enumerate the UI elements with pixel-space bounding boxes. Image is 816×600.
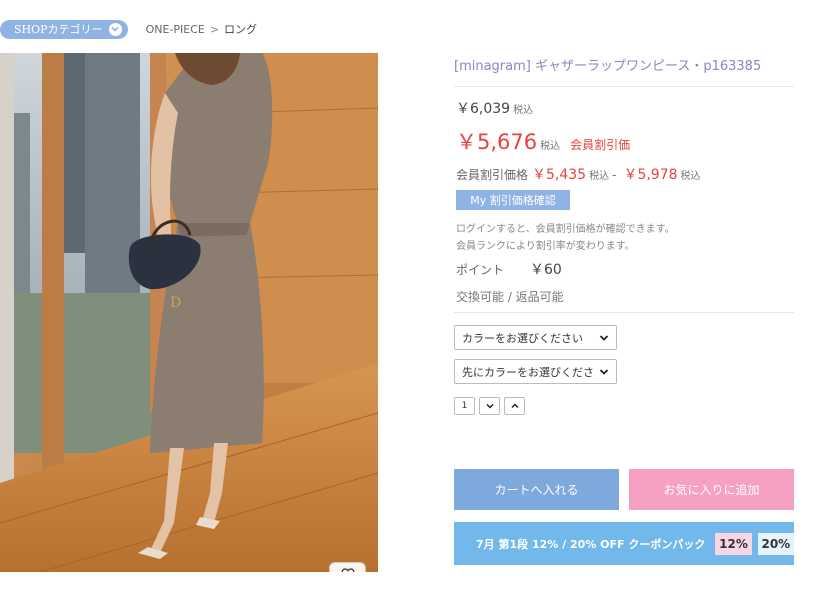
quantity-decrease-button[interactable] (479, 397, 500, 415)
tax-label: 税込 (589, 171, 610, 182)
breadcrumb-parent-link[interactable]: ONE-PIECE (146, 23, 205, 36)
coupon-chip-12[interactable]: 12% (715, 532, 752, 555)
chevron-down-icon (599, 369, 609, 375)
rank-note: 会員ランクにより割引率が変わります。 (456, 241, 635, 252)
my-discount-button[interactable]: My 割引価格確認 (456, 190, 570, 210)
heart-icon (340, 567, 355, 572)
size-select-value: 先にカラーをお選びくださ (462, 365, 594, 379)
divider (454, 312, 794, 313)
member-range-min: ￥5,435 (532, 167, 587, 183)
color-select[interactable]: カラーをお選びください (454, 325, 617, 350)
points-row: ポイント ￥60 (456, 259, 562, 279)
original-price-value: ￥6,039 (456, 101, 511, 117)
exchange-return-info: 交換可能 / 返品可能 (456, 290, 564, 304)
breadcrumb-current[interactable]: ロング (224, 21, 257, 37)
shop-category-dropdown[interactable]: SHOPカテゴリー (0, 19, 128, 39)
product-title: [minagram] ギャザーラップワンピース・p163385 (454, 59, 762, 74)
tax-label: 税込 (513, 105, 534, 116)
range-dash: - (612, 168, 617, 182)
color-select-value: カラーをお選びください (462, 331, 583, 345)
size-select[interactable]: 先にカラーをお選びくださ (454, 359, 617, 384)
add-to-favorites-button[interactable]: お気に入りに追加 (629, 469, 794, 510)
shop-category-label: SHOPカテゴリー (14, 23, 103, 36)
coupon-text: 7月 第1段 12% / 20% OFF クーポンパック (476, 537, 706, 551)
quantity-increase-button[interactable] (504, 397, 525, 415)
product-page: SHOPカテゴリー ONE-PIECE > ロング D [minagram] ギ… (0, 0, 816, 600)
points-value: ￥60 (530, 262, 562, 278)
member-price: ￥5,676 税込 会員割引価 (456, 126, 630, 156)
member-range-label: 会員割引価格 (456, 168, 529, 182)
quantity-input[interactable]: 1 (454, 397, 475, 415)
member-price-value: ￥5,676 (456, 130, 538, 154)
tax-label: 税込 (540, 141, 561, 152)
original-price: ￥6,039 税込 (456, 98, 533, 118)
chevron-up-icon (510, 403, 519, 409)
breadcrumb: SHOPカテゴリー ONE-PIECE > ロング (0, 19, 257, 39)
points-label: ポイント (456, 263, 505, 277)
divider (454, 86, 794, 87)
member-range-max: ￥5,978 (623, 167, 678, 183)
coupon-banner[interactable]: 7月 第1段 12% / 20% OFF クーポンパック 12% 20% (454, 522, 794, 565)
svg-text:D: D (170, 295, 181, 311)
add-to-cart-button[interactable]: カートへ入れる (454, 469, 619, 510)
login-note: ログインすると、会員割引価格が確認できます。 (456, 224, 675, 235)
product-image[interactable]: D 1089 (0, 53, 378, 572)
chevron-down-icon (599, 335, 609, 341)
coupon-chip-20[interactable]: 20% (757, 532, 794, 555)
chevron-down-icon (108, 22, 122, 36)
like-button[interactable]: 1089 (329, 562, 366, 572)
breadcrumb-separator: > (209, 22, 220, 36)
member-price-range: 会員割引価格 ￥5,435 税込 - ￥5,978 税込 (456, 164, 701, 184)
member-price-label: 会員割引価 (570, 138, 631, 152)
tax-label: 税込 (680, 171, 701, 182)
chevron-down-icon (485, 403, 494, 409)
quantity-stepper: 1 (454, 397, 525, 415)
